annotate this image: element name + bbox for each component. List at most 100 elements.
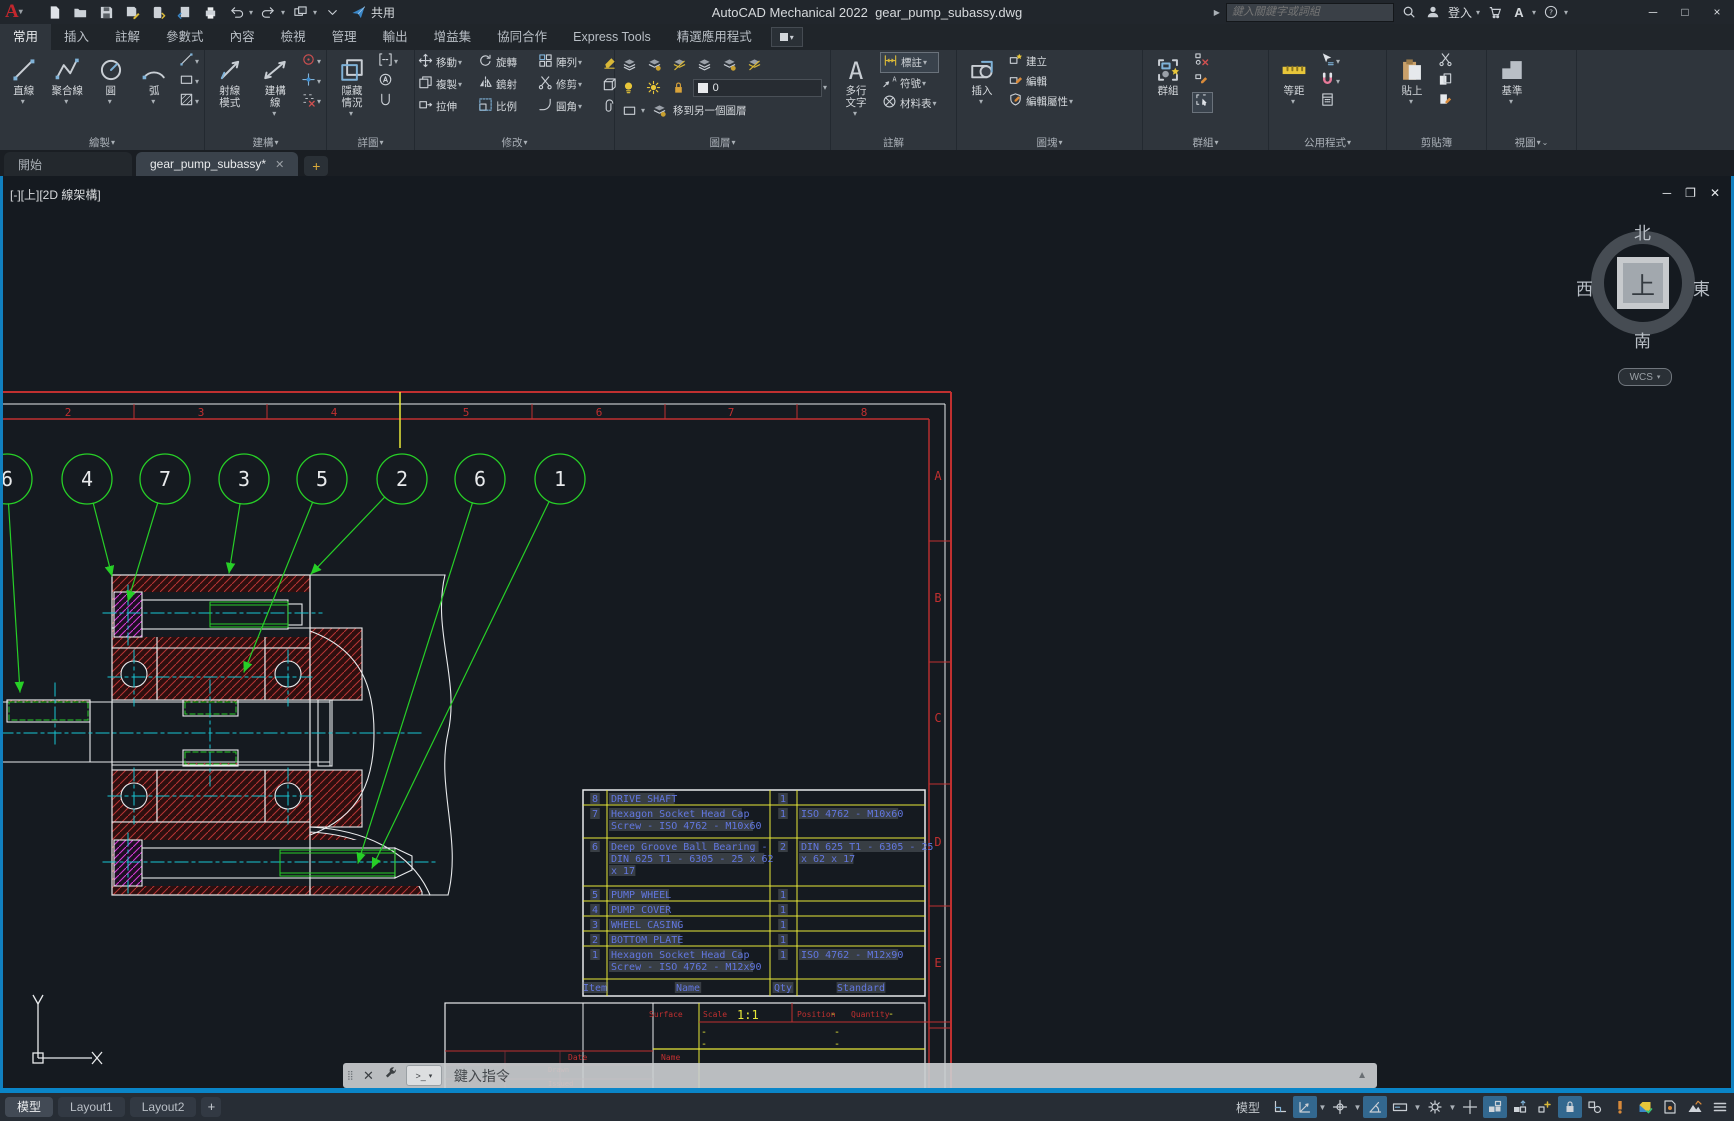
flyout-caret-icon[interactable]: ▾ [933, 99, 937, 108]
flyout-caret-icon[interactable]: ▾ [1291, 97, 1295, 106]
panel-label[interactable]: 註解 [831, 135, 956, 150]
flyout-caret-icon[interactable]: ▾ [923, 58, 927, 67]
customization-menu-button[interactable] [1708, 1096, 1732, 1118]
new-file-tab-button[interactable]: + [304, 156, 328, 176]
layer-tool-2-icon[interactable] [668, 54, 690, 75]
tab-增益集[interactable]: 增益集 [421, 24, 485, 50]
dynamic-input-caret-icon[interactable]: ▼ [1413, 1103, 1422, 1112]
balloon-callouts[interactable]: 64735261 [0, 454, 585, 504]
line-button[interactable]: ▾ [177, 52, 201, 71]
lock-icon[interactable] [668, 77, 690, 98]
pointblue-button[interactable]: ▾ [299, 72, 323, 91]
close-button[interactable]: × [1704, 2, 1730, 22]
balloon-4[interactable]: 4 [62, 454, 112, 504]
open-from-mobile-icon[interactable] [147, 2, 169, 22]
undo-caret-icon[interactable]: ▾ [249, 8, 253, 17]
移動-button[interactable]: 移動▾ [418, 52, 476, 73]
undo-icon[interactable] [225, 2, 247, 22]
balloon-3[interactable]: 3 [219, 454, 269, 504]
panel-label[interactable]: 建構▾ [205, 135, 326, 150]
layout-tab-Layout1[interactable]: Layout1 [58, 1097, 125, 1117]
graphics-performance-button[interactable] [1683, 1096, 1707, 1118]
layout-tab-Layout2[interactable]: Layout2 [130, 1097, 197, 1117]
layout-tab-模型[interactable]: 模型 [5, 1097, 53, 1117]
flyout-caret-icon[interactable]: ▾ [108, 97, 112, 106]
flyout-caret-icon[interactable]: ▾ [578, 80, 582, 89]
pointsty-button[interactable]: ▾ [299, 52, 323, 71]
balloon-6[interactable]: 6 [0, 454, 32, 504]
balloon-1[interactable]: 1 [535, 454, 585, 504]
new-file-icon[interactable] [43, 2, 65, 22]
flyout-caret-icon[interactable]: ▾ [979, 97, 983, 106]
rectangle-icon[interactable] [618, 100, 640, 121]
陣列-button[interactable]: 陣列▾ [538, 52, 596, 73]
panel-label[interactable]: 視圖▾⌄ [1487, 135, 1576, 150]
viewport-controls[interactable]: [-][上][2D 線架構] [10, 186, 101, 203]
sun-icon[interactable] [643, 77, 665, 98]
flyout-caret-icon[interactable]: ▾ [317, 97, 321, 106]
cut-button[interactable] [1436, 52, 1455, 71]
help-caret-icon[interactable]: ▾ [1564, 8, 1568, 17]
command-history-icon[interactable]: ▲ [1357, 1070, 1367, 1081]
flyout-caret-icon[interactable]: ▾ [195, 77, 199, 86]
bom-table[interactable]: 8DRIVE SHAFT17Hexagon Socket Head CapScr… [582, 790, 934, 996]
viewcube-south[interactable]: 南 [1634, 327, 1651, 352]
flyout-caret-icon[interactable]: ▾ [1336, 57, 1340, 66]
object-snap-tracking-button[interactable] [1328, 1096, 1352, 1118]
search-input[interactable] [1226, 3, 1394, 22]
workspace-switching-caret-icon[interactable]: ▼ [1448, 1103, 1457, 1112]
caret-icon[interactable]: ▾ [641, 106, 645, 115]
tab-常用[interactable]: 常用 [0, 24, 51, 50]
annotation-visibility-button[interactable] [1583, 1096, 1607, 1118]
sectionAA-button[interactable]: ▾ [376, 52, 400, 71]
ungroup-button[interactable] [1192, 52, 1213, 71]
selection-cycling-button[interactable] [1483, 1096, 1507, 1118]
help-icon[interactable]: ? [1542, 3, 1560, 21]
command-prompt-icon[interactable]: >_▾ [406, 1065, 442, 1086]
flyout-caret-icon[interactable]: ▾ [1509, 97, 1513, 106]
balloon-5[interactable]: 5 [297, 454, 347, 504]
add-annotation-scales-button[interactable] [1533, 1096, 1557, 1118]
編輯屬性-button[interactable]: 編輯屬性▾ [1006, 92, 1075, 111]
layer-tool-5-icon[interactable] [743, 54, 765, 75]
bulb-icon[interactable] [618, 77, 640, 98]
比例-button[interactable]: 比例 [478, 96, 536, 117]
magnet-button[interactable]: ▾ [1318, 72, 1342, 91]
redo-icon[interactable] [257, 2, 279, 22]
tab-輸出[interactable]: 輸出 [370, 24, 421, 50]
snap-mode-button[interactable] [1268, 1096, 1292, 1118]
等距-button[interactable]: 等距▾ [1272, 52, 1316, 135]
弧-button[interactable]: 弧▾ [134, 52, 176, 135]
拉伸-button[interactable]: 拉伸 [418, 96, 476, 117]
groupedit-button[interactable] [1192, 72, 1213, 91]
object-snap-tracking-caret-icon[interactable]: ▼ [1353, 1103, 1362, 1112]
groupsel-button[interactable] [1192, 92, 1213, 113]
flyout-caret-icon[interactable]: ▾ [578, 58, 582, 67]
修剪-button[interactable]: 修剪▾ [538, 74, 596, 95]
群組-button[interactable]: 群組 [1146, 52, 1190, 135]
drawing-close-button[interactable]: ✕ [1710, 186, 1720, 200]
flyout-caret-icon[interactable]: ▾ [1336, 77, 1340, 86]
file-tab-document[interactable]: gear_pump_subassy*✕ [136, 152, 298, 176]
flyout-caret-icon[interactable]: ▾ [578, 102, 582, 111]
save-icon[interactable] [95, 2, 117, 22]
autodesk-caret-icon[interactable]: ▾ [1532, 8, 1536, 17]
viewcube-west[interactable]: 西 [1576, 275, 1593, 300]
viewcube-top-face[interactable]: 上 [1617, 257, 1669, 309]
scatter-button[interactable]: ▾ [299, 92, 323, 111]
command-line[interactable]: ⣿ ✕ >_▾ 鍵入指令 ▲ [343, 1063, 1377, 1088]
command-grip-handle[interactable]: ⣿ [347, 1073, 357, 1078]
建立-button[interactable]: 建立 [1006, 52, 1075, 71]
tab-Express Tools[interactable]: Express Tools [560, 24, 664, 50]
crosshair-button[interactable] [1458, 1096, 1482, 1118]
圓角-button[interactable]: 圓角▾ [538, 96, 596, 117]
tab-精選應用程式[interactable]: 精選應用程式 [664, 24, 765, 50]
tab-參數式[interactable]: 參數式 [153, 24, 217, 50]
pastebase-button[interactable] [1436, 92, 1455, 111]
tab-插入[interactable]: 插入 [51, 24, 102, 50]
new-layout-button[interactable]: + [201, 1097, 221, 1117]
panel-label[interactable]: 詳圖▾ [327, 135, 414, 150]
annotation-scale-button[interactable] [1508, 1096, 1532, 1118]
annotation-lock-button[interactable] [1558, 1096, 1582, 1118]
標註-button[interactable]: 標註▾ [880, 52, 939, 73]
